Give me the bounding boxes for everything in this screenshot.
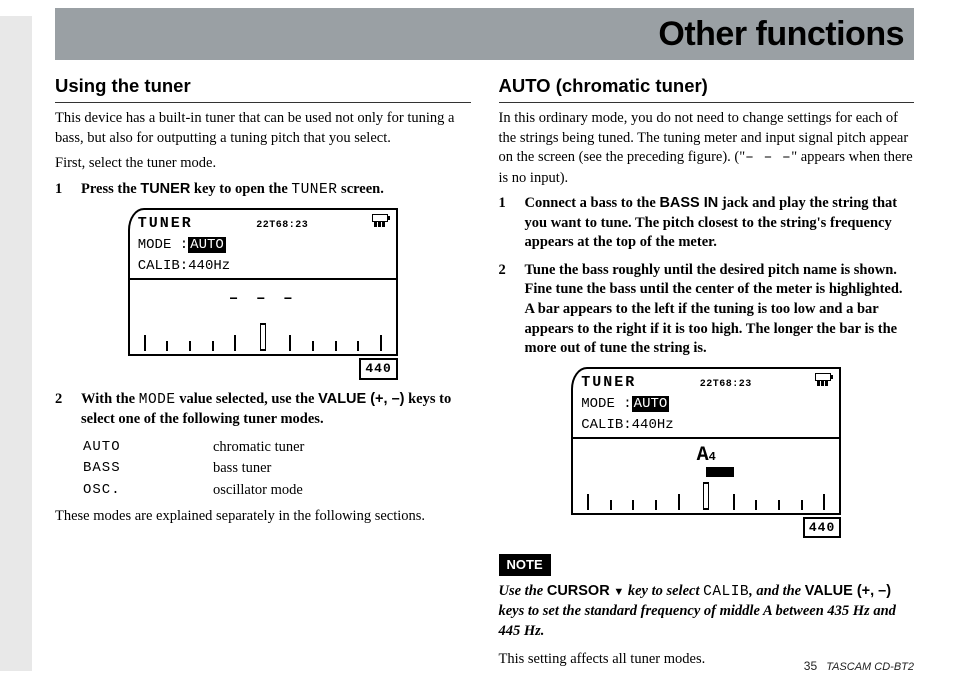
- lcd-time: 22T68:23: [256, 219, 308, 233]
- lcd-title: TUNER: [138, 214, 193, 234]
- screen-name-mono: TUNER: [291, 182, 337, 198]
- step-body: Tune the bass roughly until the desired …: [525, 261, 915, 359]
- right-column: AUTO (chromatic tuner) In this ordinary …: [499, 74, 915, 675]
- note-badge: NOTE: [499, 554, 551, 576]
- lcd-mode-value: AUTO: [632, 396, 670, 412]
- section-heading-left: Using the tuner: [55, 74, 471, 103]
- mode-desc: bass tuner: [213, 459, 271, 479]
- left-closing-para: These modes are explained separately in …: [55, 507, 471, 527]
- step-number: 1: [55, 180, 81, 201]
- mode-key: OSC.: [83, 481, 213, 501]
- pitch-letter: A: [697, 444, 709, 467]
- lcd-mode-label: MODE :: [138, 237, 188, 253]
- meter-sharp-bar: [706, 467, 734, 477]
- right-step-2: 2 Tune the bass roughly until the desire…: [499, 261, 915, 359]
- left-intro-para-2: First, select the tuner mode.: [55, 154, 471, 174]
- right-step-1: 1 Connect a bass to the BASS IN jack and…: [499, 194, 915, 253]
- mono-word: CALIB: [703, 584, 749, 600]
- chapter-header-bar: Other functions: [55, 8, 914, 60]
- left-column: Using the tuner This device has a built-…: [55, 74, 471, 675]
- meter-pitch-name: A4: [697, 442, 716, 469]
- key-name: TUNER: [140, 181, 190, 197]
- meter-scale: [573, 482, 839, 510]
- lcd-mode-row: MODE :AUTO: [138, 236, 388, 255]
- lcd-title: TUNER: [581, 373, 636, 393]
- lcd-header: TUNER 22T68:23 MODE :AUTO CALIB:440Hz: [571, 367, 841, 437]
- lcd-figure-2: TUNER 22T68:23 MODE :AUTO CALIB:440Hz A4: [499, 367, 915, 539]
- product-model: TASCAM CD-BT2: [826, 661, 914, 673]
- step-text: key to open the: [190, 181, 291, 197]
- lcd-mode-label: MODE :: [581, 396, 631, 412]
- meter-no-signal: – – –: [229, 288, 297, 310]
- note-text: , and the: [749, 583, 805, 599]
- list-item: BASSbass tuner: [83, 459, 471, 479]
- lcd-figure-1: TUNER 22T68:23 MODE :AUTO CALIB:440Hz – …: [55, 208, 471, 380]
- lcd-ref-freq: 440: [128, 358, 398, 380]
- section-heading-right: AUTO (chromatic tuner): [499, 74, 915, 103]
- chapter-title: Other functions: [658, 15, 904, 54]
- note-paragraph: Use the CURSOR key to select CALIB, and …: [499, 582, 915, 642]
- left-step-1: 1 Press the TUNER key to open the TUNER …: [55, 180, 471, 201]
- step-text: value selected, use the: [176, 391, 319, 407]
- key-name: VALUE (+, –): [805, 583, 891, 599]
- meter-center-marker: [703, 482, 709, 510]
- lcd-calib-row: CALIB:440Hz: [138, 257, 388, 276]
- step-text: screen.: [337, 181, 383, 197]
- page-edge-tab: [0, 16, 32, 671]
- mode-key: BASS: [83, 459, 213, 479]
- right-intro-para: In this ordinary mode, you do not need t…: [499, 109, 915, 188]
- left-step-2: 2 With the MODE value selected, use the …: [55, 390, 471, 430]
- lcd-time: 22T68:23: [700, 378, 752, 392]
- step-body: Connect a bass to the BASS IN jack and p…: [525, 194, 915, 253]
- ref-freq-value: 440: [803, 517, 841, 539]
- lcd-status-row: TUNER 22T68:23: [581, 373, 831, 393]
- meter-scale: [130, 323, 396, 351]
- lcd-tuning-meter: A4: [571, 437, 841, 515]
- step-text: Press the: [81, 181, 140, 197]
- lcd-screen: TUNER 22T68:23 MODE :AUTO CALIB:440Hz – …: [128, 208, 398, 380]
- lcd-mode-value: AUTO: [188, 237, 226, 253]
- mode-desc: chromatic tuner: [213, 438, 304, 458]
- note-text: keys to set the standard frequency of mi…: [499, 603, 896, 639]
- meter-center-marker: [260, 323, 266, 351]
- step-number: 2: [55, 390, 81, 430]
- note-text: Use the: [499, 583, 547, 599]
- lcd-status-row: TUNER 22T68:23: [138, 214, 388, 234]
- left-intro-para: This device has a built-in tuner that ca…: [55, 109, 471, 148]
- step-text: Connect a bass to the: [525, 195, 660, 211]
- lcd-header: TUNER 22T68:23 MODE :AUTO CALIB:440Hz: [128, 208, 398, 278]
- two-column-layout: Using the tuner This device has a built-…: [55, 74, 914, 675]
- battery-icon: [372, 214, 388, 222]
- battery-icon: [815, 373, 831, 381]
- key-name: VALUE (+, –): [318, 391, 404, 407]
- step-body: Press the TUNER key to open the TUNER sc…: [81, 180, 471, 201]
- step-body: With the MODE value selected, use the VA…: [81, 390, 471, 430]
- lcd-screen: TUNER 22T68:23 MODE :AUTO CALIB:440Hz A4: [571, 367, 841, 539]
- mono-word: MODE: [139, 392, 176, 408]
- step-number: 2: [499, 261, 525, 359]
- lcd-mode-row: MODE :AUTO: [581, 395, 831, 414]
- list-item: OSC.oscillator mode: [83, 481, 471, 501]
- pitch-octave: 4: [709, 450, 716, 464]
- mode-key: AUTO: [83, 438, 213, 458]
- note-text: key to select: [624, 583, 703, 599]
- mode-desc: oscillator mode: [213, 481, 303, 501]
- lcd-tuning-meter: – – –: [128, 278, 398, 356]
- step-text: With the: [81, 391, 139, 407]
- mono-placeholder: – – –: [745, 150, 791, 166]
- step-number: 1: [499, 194, 525, 253]
- cursor-down-icon: [613, 583, 624, 599]
- tuner-mode-list: AUTOchromatic tuner BASSbass tuner OSC.o…: [83, 438, 471, 501]
- manual-page: Other functions Using the tuner This dev…: [0, 8, 954, 679]
- lcd-calib-row: CALIB:440Hz: [581, 416, 831, 435]
- key-name: CURSOR: [547, 583, 610, 599]
- list-item: AUTOchromatic tuner: [83, 438, 471, 458]
- ref-freq-value: 440: [359, 358, 397, 380]
- jack-name: BASS IN: [659, 195, 718, 211]
- lcd-ref-freq: 440: [571, 517, 841, 539]
